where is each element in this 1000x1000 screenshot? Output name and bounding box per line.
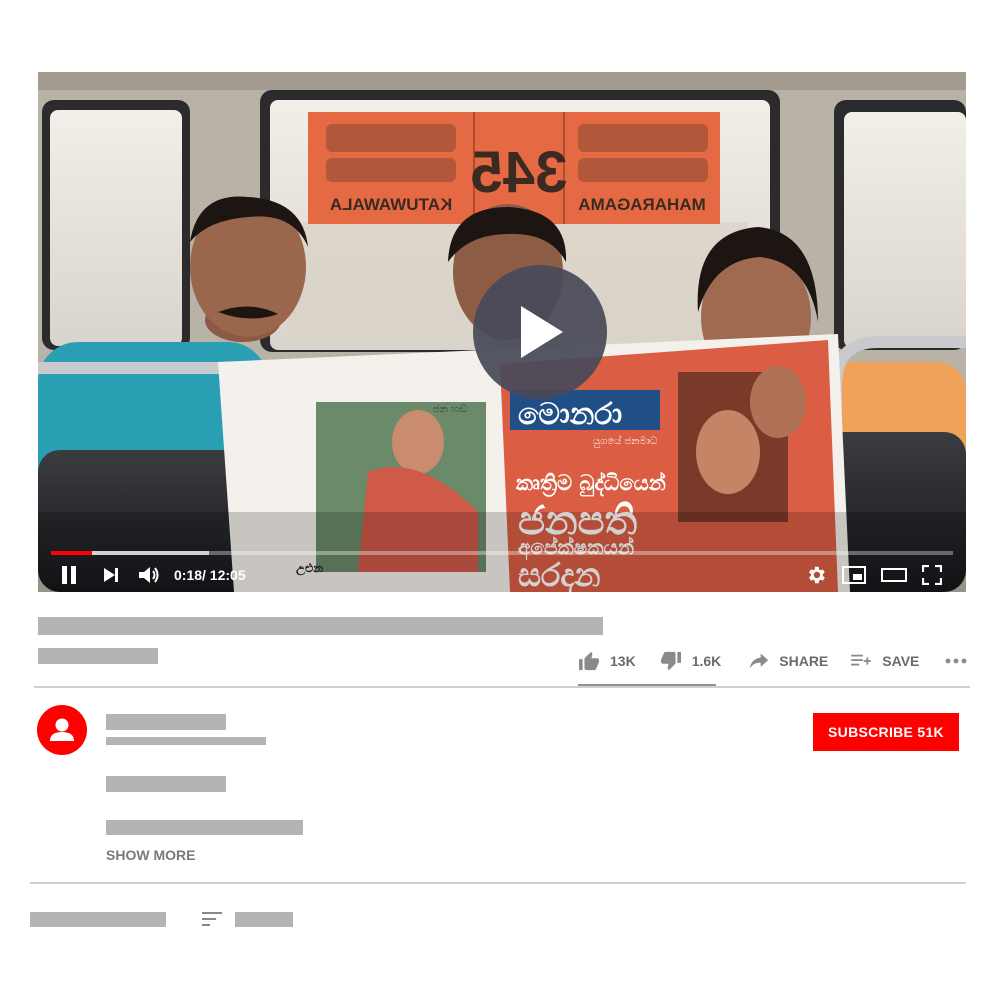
sign-left-text: KATUWAWALA (330, 195, 452, 214)
channel-name-placeholder (106, 714, 226, 730)
dislike-button[interactable]: 1.6K (660, 651, 722, 671)
played-bar (51, 551, 93, 555)
description-line-placeholder (106, 776, 226, 792)
volume-button[interactable] (138, 565, 160, 585)
sign-route-number: 345 (471, 140, 568, 205)
play-icon (521, 306, 563, 358)
sort-icon[interactable] (202, 912, 222, 926)
share-label: SHARE (779, 653, 829, 669)
time-display: 0:18/ 12:05 (174, 567, 246, 583)
save-playlist-icon (851, 654, 872, 666)
user-icon (50, 718, 74, 741)
video-player[interactable]: KATUWAWALA 345 MAHARAGAMA මොනරා යුගයේ ජන… (38, 72, 966, 592)
view-count-placeholder (38, 648, 158, 664)
settings-icon (809, 566, 825, 584)
more-icon (945, 658, 967, 664)
headline-line-1: කෘත්‍රිම බුද්ධියෙන් (516, 471, 666, 498)
player-controls: 0:18/ 12:05 (38, 558, 966, 592)
next-icon (104, 568, 118, 582)
newspaper-small-caption-top: ජන හඬ (433, 404, 467, 415)
theater-button[interactable] (881, 566, 907, 584)
newspaper-tagline: යුගයේ ජනමාධ (593, 434, 658, 447)
thumbs-up-icon (579, 651, 599, 671)
more-actions-button[interactable] (945, 658, 967, 664)
volume-icon (139, 567, 159, 583)
video-title-placeholder (38, 617, 603, 635)
like-count: 13K (610, 653, 636, 669)
next-button[interactable] (102, 566, 120, 584)
save-label: SAVE (882, 653, 920, 669)
duration: / 12:05 (202, 567, 246, 583)
thumbs-down-icon (660, 651, 681, 671)
share-button[interactable]: SHARE (749, 652, 828, 670)
pause-button[interactable] (60, 565, 78, 585)
sign-right-text: MAHARAGAMA (578, 195, 705, 214)
miniplayer-icon (842, 566, 866, 584)
like-button[interactable]: 13K (578, 651, 636, 671)
settings-button[interactable] (805, 564, 827, 586)
play-button[interactable] (473, 265, 607, 399)
current-time: 0:18 (174, 567, 203, 583)
channel-avatar[interactable] (37, 705, 87, 755)
miniplayer-button[interactable] (842, 565, 866, 585)
save-button[interactable]: SAVE (850, 652, 919, 670)
pause-icon (62, 566, 76, 584)
subscribe-button[interactable]: SUBSCRIBE 51K (813, 713, 959, 751)
share-icon (750, 653, 769, 669)
newspaper-masthead: මොනරා (518, 397, 622, 432)
comment-count-placeholder (30, 912, 166, 927)
show-more-button[interactable]: SHOW MORE (106, 847, 195, 863)
fullscreen-button[interactable] (922, 565, 942, 585)
subscriber-count-placeholder (106, 737, 266, 745)
sort-label-placeholder (235, 912, 293, 927)
video-actions: 13K 1.6K SHARE SAVE (578, 648, 967, 674)
divider-top (34, 686, 970, 688)
divider-bottom (30, 882, 966, 884)
description-line-placeholder (106, 820, 303, 835)
theater-icon (881, 568, 907, 582)
progress-bar[interactable] (51, 551, 953, 555)
fullscreen-icon (922, 565, 942, 585)
dislike-count: 1.6K (691, 653, 722, 669)
